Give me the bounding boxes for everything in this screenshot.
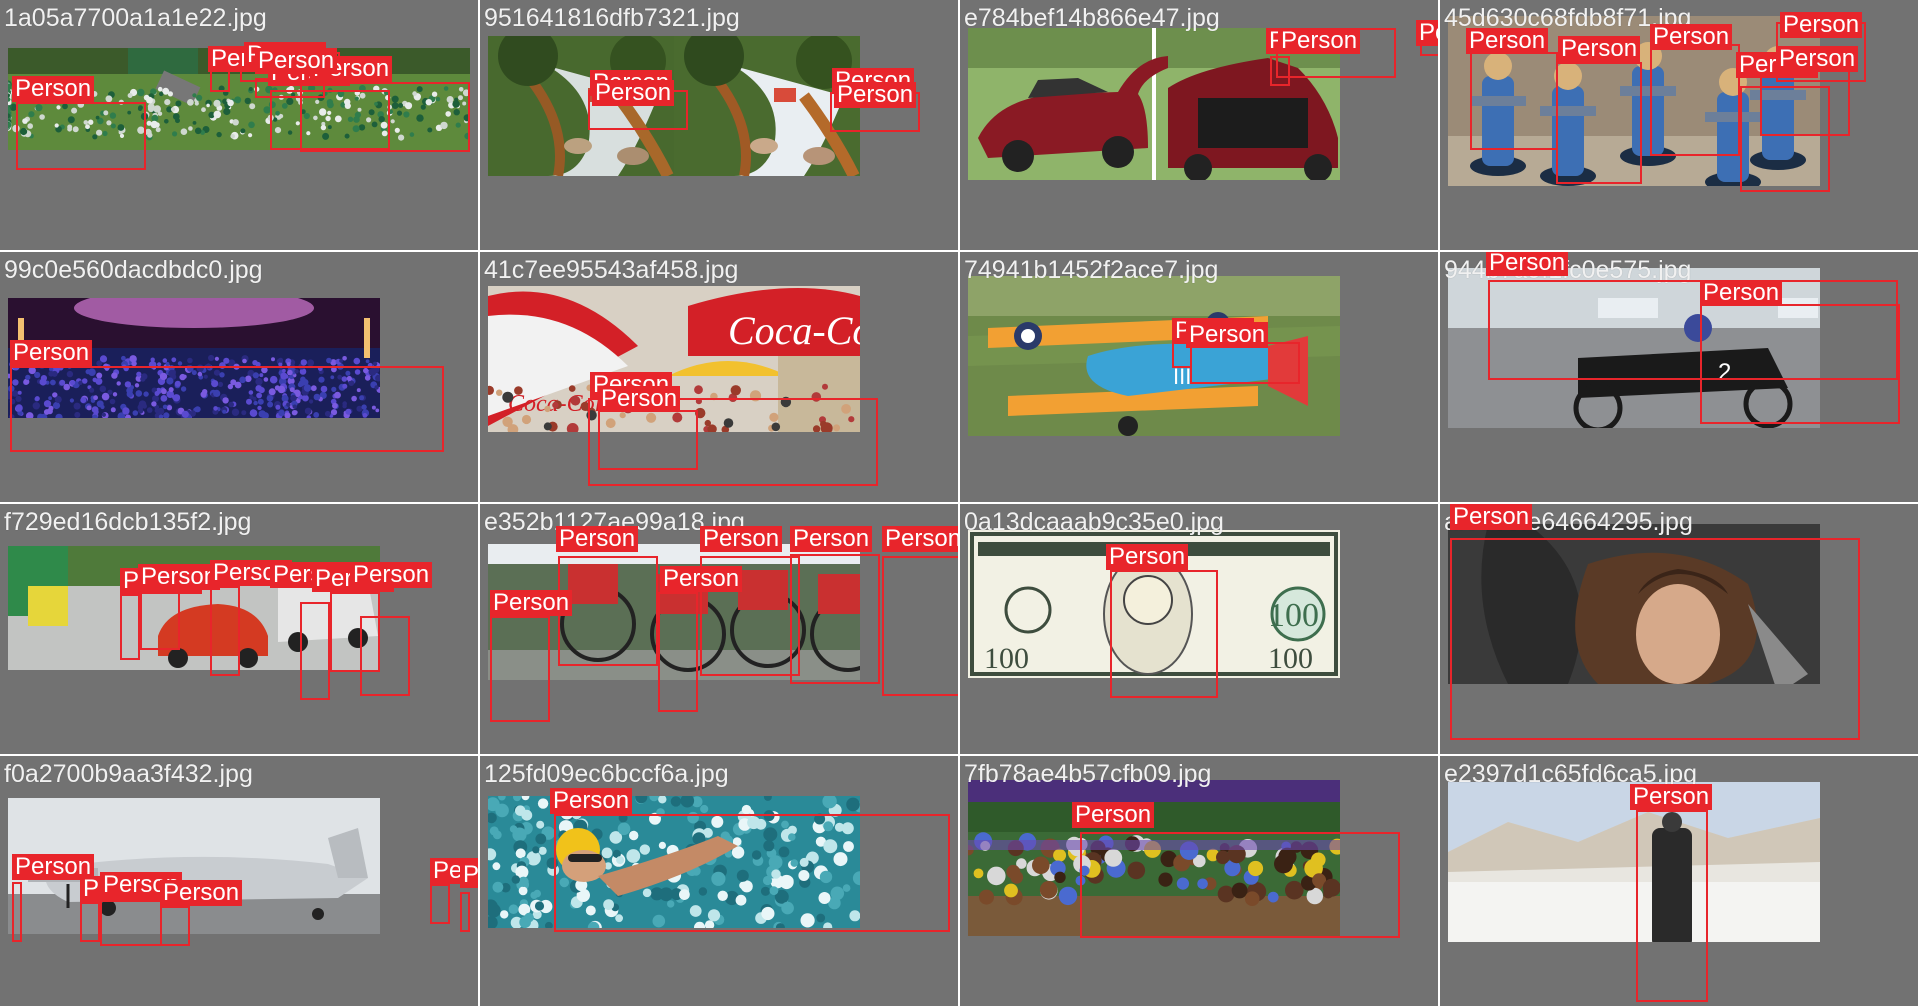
person-label-tag: Person — [138, 564, 221, 590]
person-bounding-box — [790, 554, 880, 684]
person-label-tag: Person — [1650, 24, 1733, 50]
person-label-tag: Person — [12, 76, 95, 102]
person-label-tag: Person — [1700, 280, 1783, 306]
tile-filename: f729ed16dcb135f2.jpg — [4, 508, 252, 536]
person-label-tag: Person — [790, 526, 873, 552]
grid-tile: e784bef14b866e47.jpgPersonPersonPerson — [960, 0, 1440, 252]
person-label-tag: Person — [556, 526, 639, 552]
grid-tile: Coca-Cola Coca-Cola 41c7ee95543af458.jpg… — [480, 252, 960, 504]
person-label-tag: Person — [460, 862, 478, 888]
person-bounding-box — [1080, 832, 1400, 938]
person-label-tag: Person — [1450, 504, 1533, 530]
person-label-tag: Person — [1416, 20, 1438, 46]
grid-tile: f0a2700b9aa3f432.jpg Person Person Person Pe… — [0, 756, 480, 1008]
person-bounding-box — [658, 592, 698, 712]
tile-filename: f0a2700b9aa3f432.jpg — [4, 760, 253, 788]
person-label-tag: Person — [1558, 36, 1641, 62]
person-label-tag: Person — [350, 562, 433, 588]
tile-filename: 125fd09ec6bccf6a.jpg — [484, 760, 729, 788]
person-bounding-box — [160, 906, 190, 946]
person-label-tag: Person — [255, 48, 338, 74]
grid-tile: 45d630c68fdb8f71.jpg Person Person Person Pe… — [1440, 0, 1920, 252]
person-bounding-box — [460, 892, 470, 932]
person-bounding-box — [120, 594, 140, 660]
grid-tile: af0808fe64664295.jpg Person — [1440, 504, 1920, 756]
person-label-tag: Person — [660, 566, 743, 592]
grid-tile: 7fb78ae4b57cfb09.jpg Person — [960, 756, 1440, 1008]
person-bounding-box — [1470, 52, 1558, 150]
tile-filename: 99c0e560dacdbdc0.jpg — [4, 256, 263, 284]
svg-text:100: 100 — [984, 642, 1029, 675]
grid-tile: 125fd09ec6bccf6a.jpg Person — [480, 756, 960, 1008]
person-bounding-box — [1650, 44, 1740, 156]
person-bounding-box — [1700, 304, 1900, 424]
person-bounding-box — [140, 590, 180, 650]
grid-tile: 951641816dfb7321.jpgPersonPersonPersonPe… — [480, 0, 960, 252]
tile-filename: e784bef14b866e47.jpg — [964, 4, 1220, 32]
grid-tile: 2 944b7a9f1fc0e575.jpgPersonPerson — [1440, 252, 1920, 504]
person-label-tag: Person — [592, 80, 675, 106]
tile-filename: 951641816dfb7321.jpg — [484, 4, 740, 32]
grid-tile: III 74941b1452f2ace7.jpgPersonPerson — [960, 252, 1440, 504]
person-bounding-box — [1450, 538, 1860, 740]
person-label-tag: Person — [550, 788, 633, 814]
person-label-tag: Person — [1630, 784, 1713, 810]
prediction-grid: 1a05a7700a1a1e22.jpg Person Person Person Pe… — [0, 0, 1920, 1008]
person-bounding-box — [12, 882, 22, 942]
person-bounding-box — [10, 366, 444, 452]
svg-text:100: 100 — [1268, 642, 1313, 675]
grid-tile: 100 100 100 0a13dcaaab9c35e0.jpg Person — [960, 504, 1440, 756]
person-label-tag: Person — [490, 590, 573, 616]
svg-text:100: 100 — [1268, 597, 1319, 634]
person-bounding-box — [1636, 810, 1708, 1002]
person-label-tag: Person — [1278, 28, 1361, 54]
person-label-tag: Person — [1186, 322, 1269, 348]
person-bounding-box — [554, 814, 950, 932]
person-label-tag: Person — [160, 880, 243, 906]
person-bounding-box — [80, 902, 100, 942]
cola-logo-text: Coca-Cola — [728, 308, 860, 353]
person-bounding-box — [1556, 62, 1642, 184]
person-bounding-box — [882, 556, 958, 696]
person-bounding-box — [490, 616, 550, 722]
person-label-tag: Person — [700, 526, 783, 552]
grid-tile: e352b1127ae99a18.jpg Person Person Person Pe… — [480, 504, 960, 756]
grid-tile: 99c0e560dacdbdc0.jpg Person — [0, 252, 480, 504]
person-label-tag: Person — [1106, 544, 1189, 570]
person-bounding-box — [300, 602, 330, 700]
person-bounding-box — [16, 102, 146, 170]
grid-tile: 1a05a7700a1a1e22.jpgPersonPersonPersonPe… — [0, 0, 480, 252]
person-label-tag: Person — [1486, 252, 1569, 276]
person-label-tag: Person — [1466, 28, 1549, 54]
person-bounding-box — [300, 82, 470, 152]
person-label-tag: Person — [10, 340, 93, 366]
tile-filename: 7fb78ae4b57cfb09.jpg — [964, 760, 1212, 788]
person-bounding-box — [1110, 570, 1218, 698]
tile-filename: 1a05a7700a1a1e22.jpg — [4, 4, 267, 32]
person-label-tag: Person — [1072, 802, 1155, 828]
person-label-tag: Person — [834, 82, 917, 108]
tile-filename: 74941b1452f2ace7.jpg — [964, 256, 1219, 284]
tile-filename: 0a13dcaaab9c35e0.jpg — [964, 508, 1224, 536]
person-bounding-box — [558, 556, 658, 666]
person-label-tag: Person — [882, 526, 958, 552]
person-label-tag: Person — [1776, 46, 1859, 72]
person-bounding-box — [598, 410, 698, 470]
person-bounding-box — [360, 616, 410, 696]
tile-filename: 41c7ee95543af458.jpg — [484, 256, 739, 284]
grid-tile: e2397d1c65fd6ca5.jpg Person — [1440, 756, 1920, 1008]
person-bounding-box — [430, 884, 450, 924]
person-label-tag: Person — [598, 386, 681, 412]
person-label-tag: Person — [1780, 12, 1863, 38]
grid-tile: f729ed16dcb135f2.jpgPersonPersonPersonPe… — [0, 504, 480, 756]
person-bounding-box — [1190, 342, 1300, 384]
person-bounding-box — [210, 586, 240, 676]
